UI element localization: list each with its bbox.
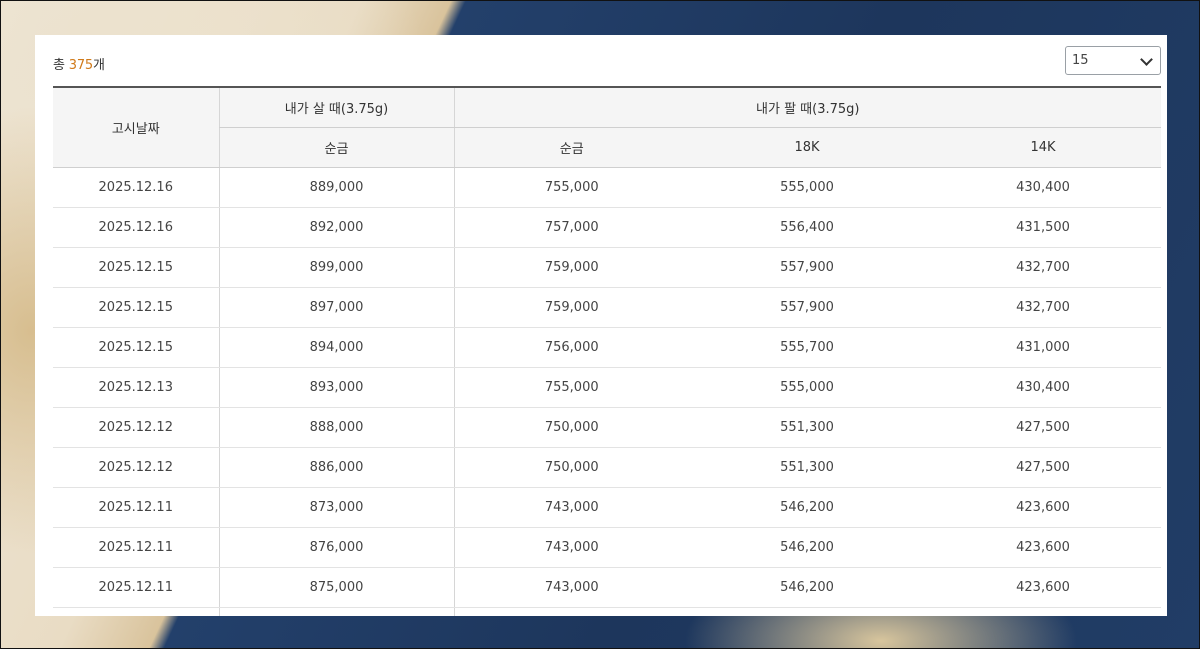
cell-buy-pure: 875,000 [219, 567, 455, 608]
list-toolbar: 총 375개 15 [53, 45, 1161, 79]
cell-sell-18k: 555,000 [689, 367, 925, 408]
cell-sell-14k: 430,400 [925, 367, 1162, 408]
cell-date: 2025.12.15 [53, 287, 220, 328]
cell-buy-pure [219, 607, 455, 616]
cell-date: 2025.12.15 [53, 247, 220, 288]
cell-date: 2025.12.16 [53, 207, 220, 248]
cell-sell-18k [689, 607, 925, 616]
cell-buy-pure: 873,000 [219, 487, 455, 528]
cell-buy-pure: 894,000 [219, 327, 455, 368]
cell-date: 2025.12.11 [53, 527, 220, 568]
cell-buy-pure: 899,000 [219, 247, 455, 288]
cell-sell-18k: 546,200 [689, 567, 925, 608]
cell-sell-14k: 431,500 [925, 207, 1162, 248]
table-row: 2025.12.15 897,000 759,000 557,900 432,7… [53, 287, 1162, 328]
header-sell-group: 내가 팔 때(3.75g) [453, 86, 1162, 128]
cell-sell-14k: 423,600 [925, 487, 1162, 528]
cell-sell-18k: 557,900 [689, 287, 925, 328]
cell-buy-pure: 888,000 [219, 407, 455, 448]
cell-sell-14k: 432,700 [925, 287, 1162, 328]
table-row [53, 607, 1162, 616]
cell-sell-18k: 551,300 [689, 407, 925, 448]
cell-date: 2025.12.12 [53, 407, 220, 448]
cell-sell-14k: 430,400 [925, 167, 1162, 208]
cell-sell-pure: 743,000 [454, 527, 689, 568]
table-row: 2025.12.12 888,000 750,000 551,300 427,5… [53, 407, 1162, 448]
per-page-value: 15 [1072, 53, 1089, 68]
cell-date: 2025.12.13 [53, 367, 220, 408]
cell-sell-18k: 556,400 [689, 207, 925, 248]
total-suffix: 개 [92, 58, 105, 73]
table-row: 2025.12.11 876,000 743,000 546,200 423,6… [53, 527, 1162, 568]
cell-sell-14k: 431,000 [925, 327, 1162, 368]
cell-sell-pure: 743,000 [454, 567, 689, 608]
table-row: 2025.12.16 889,000 755,000 555,000 430,4… [53, 167, 1162, 208]
table-row: 2025.12.15 894,000 756,000 555,700 431,0… [53, 327, 1162, 368]
cell-buy-pure: 889,000 [219, 167, 455, 208]
cell-date [53, 607, 220, 616]
table-row: 2025.12.16 892,000 757,000 556,400 431,5… [53, 207, 1162, 248]
cell-sell-14k: 423,600 [925, 567, 1162, 608]
cell-sell-pure: 755,000 [454, 167, 689, 208]
cell-buy-pure: 897,000 [219, 287, 455, 328]
cell-sell-pure: 743,000 [454, 487, 689, 528]
cell-date: 2025.12.12 [53, 447, 220, 488]
cell-sell-pure: 750,000 [454, 447, 689, 488]
page-background: 총 375개 15 고시날짜 내가 살 때(3.75g) 내가 팔 때(3.75g… [0, 0, 1200, 649]
cell-sell-14k: 432,700 [925, 247, 1162, 288]
table-row: 2025.12.15 899,000 759,000 557,900 432,7… [53, 247, 1162, 288]
cell-sell-14k: 423,600 [925, 527, 1162, 568]
cell-sell-pure: 750,000 [454, 407, 689, 448]
cell-sell-pure: 755,000 [454, 367, 689, 408]
cell-sell-18k: 546,200 [689, 487, 925, 528]
cell-date: 2025.12.16 [53, 167, 220, 208]
table-row: 2025.12.11 873,000 743,000 546,200 423,6… [53, 487, 1162, 528]
cell-sell-pure: 757,000 [454, 207, 689, 248]
cell-sell-14k: 427,500 [925, 447, 1162, 488]
cell-sell-pure: 756,000 [454, 327, 689, 368]
table-row: 2025.12.13 893,000 755,000 555,000 430,4… [53, 367, 1162, 408]
gold-price-table: 고시날짜 내가 살 때(3.75g) 내가 팔 때(3.75g) 순금 순금 1… [53, 86, 1162, 616]
cell-sell-18k: 557,900 [689, 247, 925, 288]
table-row: 2025.12.12 886,000 750,000 551,300 427,5… [53, 447, 1162, 488]
total-count: 총 375개 [53, 54, 105, 73]
cell-sell-18k: 551,300 [689, 447, 925, 488]
cell-date: 2025.12.15 [53, 327, 220, 368]
cell-sell-pure [454, 607, 689, 616]
total-prefix: 총 [53, 58, 65, 73]
cell-sell-pure: 759,000 [454, 287, 689, 328]
cell-sell-pure: 759,000 [454, 247, 689, 288]
cell-buy-pure: 886,000 [219, 447, 455, 488]
total-number: 375 [68, 58, 93, 73]
cell-sell-18k: 555,700 [689, 327, 925, 368]
cell-date: 2025.12.11 [53, 567, 220, 608]
header-sell-pure: 순금 [453, 127, 689, 168]
per-page-select[interactable]: 15 [1065, 46, 1161, 75]
header-buy-group: 내가 살 때(3.75g) [218, 86, 454, 128]
chevron-down-icon [1140, 53, 1153, 66]
cell-buy-pure: 893,000 [219, 367, 455, 408]
cell-sell-14k [925, 607, 1162, 616]
cell-date: 2025.12.11 [53, 487, 220, 528]
header-date: 고시날짜 [53, 86, 219, 168]
cell-sell-18k: 546,200 [689, 527, 925, 568]
cell-buy-pure: 876,000 [219, 527, 455, 568]
header-buy-pure: 순금 [218, 127, 454, 168]
cell-buy-pure: 892,000 [219, 207, 455, 248]
header-sell-14k: 14K [925, 127, 1162, 168]
table-row: 2025.12.11 875,000 743,000 546,200 423,6… [53, 567, 1162, 608]
header-sell-18k: 18K [689, 127, 925, 168]
cell-sell-14k: 427,500 [925, 407, 1162, 448]
cell-sell-18k: 555,000 [689, 167, 925, 208]
price-panel: 총 375개 15 고시날짜 내가 살 때(3.75g) 내가 팔 때(3.75g… [35, 35, 1167, 616]
